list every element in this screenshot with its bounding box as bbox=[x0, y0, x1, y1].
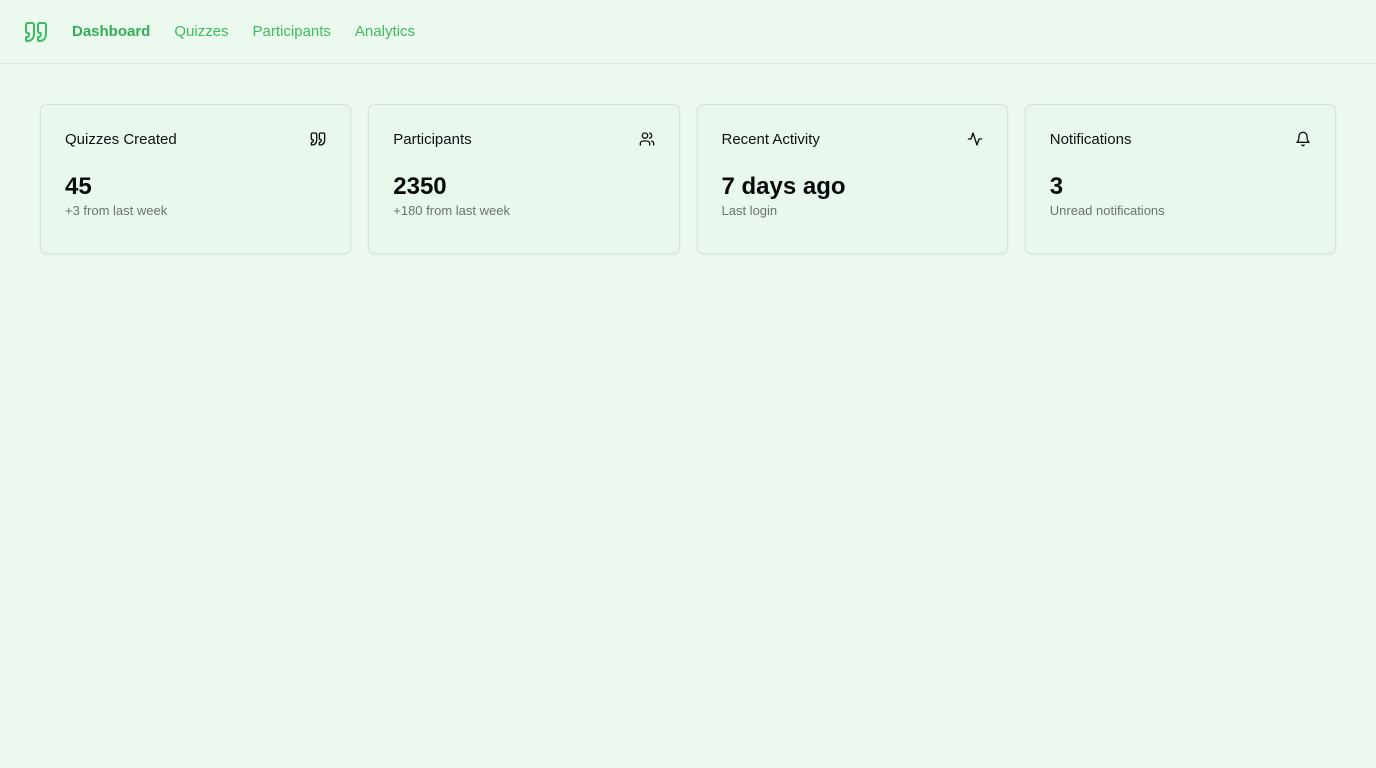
card-title: Quizzes Created bbox=[65, 130, 177, 148]
nav-analytics[interactable]: Analytics bbox=[355, 23, 415, 40]
nav-participants[interactable]: Participants bbox=[253, 23, 331, 40]
card-subtext: Last login bbox=[721, 203, 778, 218]
card-value: 7 days ago bbox=[721, 173, 846, 200]
card-title: Recent Activity bbox=[721, 130, 820, 148]
card-notifications: Notifications 3 Unread notifications bbox=[1024, 104, 1336, 254]
activity-icon bbox=[967, 131, 983, 147]
card-value: 2350 bbox=[393, 173, 447, 200]
card-value: 3 bbox=[1049, 173, 1064, 200]
card-subtext: Unread notifications bbox=[1049, 203, 1165, 218]
nav-quizzes[interactable]: Quizzes bbox=[174, 23, 228, 40]
bell-icon bbox=[1295, 131, 1311, 147]
nav-dashboard[interactable]: Dashboard bbox=[72, 23, 150, 40]
quote-icon[interactable] bbox=[24, 20, 48, 44]
card-quizzes-created: Quizzes Created 45 +3 from last week bbox=[40, 104, 352, 254]
card-subtext: +3 from last week bbox=[65, 203, 168, 218]
users-icon bbox=[639, 131, 655, 147]
card-recent-activity: Recent Activity 7 days ago Last login bbox=[696, 104, 1008, 254]
card-title: Participants bbox=[393, 130, 472, 148]
card-title: Notifications bbox=[1049, 130, 1132, 148]
quote-icon bbox=[310, 131, 326, 147]
stats-cards: Quizzes Created 45 +3 from last week Par… bbox=[40, 104, 1336, 254]
card-subtext: +180 from last week bbox=[393, 203, 510, 218]
card-value: 45 bbox=[65, 173, 92, 200]
card-participants: Participants 2350 +180 from last week bbox=[368, 104, 680, 254]
main-nav: Dashboard Quizzes Participants Analytics bbox=[72, 23, 439, 40]
top-navigation-bar: Dashboard Quizzes Participants Analytics bbox=[0, 0, 1376, 64]
